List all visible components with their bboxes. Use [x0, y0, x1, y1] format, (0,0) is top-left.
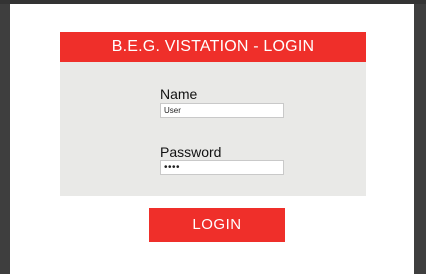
login-button[interactable]: LOGIN: [149, 208, 285, 242]
password-input[interactable]: ••••: [160, 160, 284, 175]
login-card: B.E.G. VISTATION - LOGIN Name User Passw…: [60, 32, 366, 196]
login-title: B.E.G. VISTATION - LOGIN: [60, 32, 366, 62]
name-input[interactable]: User: [160, 103, 284, 118]
password-label: Password: [160, 144, 222, 160]
login-page: B.E.G. VISTATION - LOGIN Name User Passw…: [10, 4, 414, 274]
name-label: Name: [160, 86, 198, 102]
